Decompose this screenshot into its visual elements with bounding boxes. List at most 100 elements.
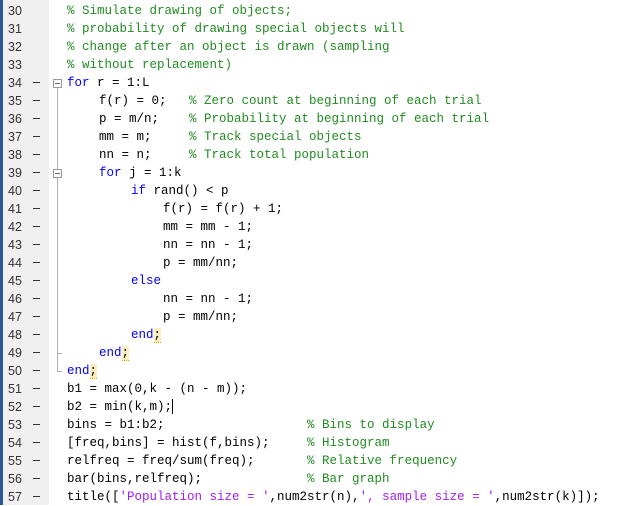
text-cursor	[172, 399, 174, 415]
executable-line-marker-icon[interactable]	[33, 406, 40, 407]
code-line[interactable]: 49 end;	[0, 344, 640, 362]
code-line[interactable]: 52 b2 = min(k,m);	[0, 398, 640, 416]
line-number: 38	[8, 148, 22, 162]
code-text: % without replacement)	[67, 56, 232, 74]
executable-line-marker-icon[interactable]	[33, 154, 40, 155]
code-line[interactable]: 38 nn = n; % Track total population	[0, 146, 640, 164]
code-editor[interactable]: 30 % Simulate drawing of objects; 31 % prob…	[0, 0, 640, 505]
executable-line-marker-icon[interactable]	[33, 100, 40, 101]
fold-collapse-icon[interactable]	[53, 79, 62, 88]
keyword-token: for	[67, 76, 90, 90]
code-text: % change after an object is drawn (sampl…	[67, 38, 390, 56]
line-number: 48	[8, 328, 22, 342]
executable-line-marker-icon[interactable]	[33, 388, 40, 389]
code-line[interactable]: 48 end;	[0, 326, 640, 344]
executable-line-marker-icon[interactable]	[33, 280, 40, 281]
code-line[interactable]: 37 mm = m; % Track special objects	[0, 128, 640, 146]
line-number: 50	[8, 364, 22, 378]
code-token: r = 1:L	[89, 76, 150, 90]
code-line[interactable]: 32 % change after an object is drawn (sam…	[0, 38, 640, 56]
line-number: 40	[8, 184, 22, 198]
executable-line-marker-icon[interactable]	[33, 136, 40, 137]
keyword-token: else	[131, 274, 162, 288]
code-line[interactable]: 46 nn = nn - 1;	[0, 290, 640, 308]
line-number: 53	[8, 418, 22, 432]
code-line[interactable]: 47 p = mm/nn;	[0, 308, 640, 326]
executable-line-marker-icon[interactable]	[33, 460, 40, 461]
executable-line-marker-icon[interactable]	[33, 496, 40, 497]
code-line[interactable]: 45 else	[0, 272, 640, 290]
code-line[interactable]: 41 f(r) = f(r) + 1;	[0, 200, 640, 218]
code-text: for r = 1:L	[67, 74, 150, 92]
code-text: bar(bins,relfreq); % Bar graph	[67, 470, 390, 488]
code-text: bins = b1:b2; % Bins to display	[67, 416, 435, 434]
comment-token: % Simulate drawing of objects;	[67, 4, 293, 18]
code-line[interactable]: 33 % without replacement)	[0, 56, 640, 74]
line-number: 54	[8, 436, 22, 450]
code-line[interactable]: 54 [freq,bins] = hist(f,bins); % Histogra…	[0, 434, 640, 452]
executable-line-marker-icon[interactable]	[33, 478, 40, 479]
code-text: nn = nn - 1;	[163, 290, 253, 308]
code-token: nn = nn - 1;	[163, 292, 254, 306]
fold-guide-line	[57, 88, 58, 371]
executable-line-marker-icon[interactable]	[33, 334, 40, 335]
code-token: ,num2str(n),	[269, 490, 360, 504]
comment-token: % change after an object is drawn (sampl…	[67, 40, 390, 54]
executable-line-marker-icon[interactable]	[33, 190, 40, 191]
executable-line-marker-icon[interactable]	[33, 352, 40, 353]
executable-line-marker-icon[interactable]	[33, 442, 40, 443]
executable-line-marker-icon[interactable]	[33, 244, 40, 245]
code-line[interactable]: 30 % Simulate drawing of objects;	[0, 2, 640, 20]
code-line[interactable]: 57 title(['Population size = ',num2str(n)…	[0, 488, 640, 506]
code-token: b2 = min(k,m);	[67, 400, 173, 414]
executable-line-marker-icon[interactable]	[33, 208, 40, 209]
line-number: 47	[8, 310, 22, 324]
code-text: nn = nn - 1;	[163, 236, 253, 254]
line-number: 55	[8, 454, 22, 468]
code-token: p = mm/nn;	[163, 310, 239, 324]
executable-line-marker-icon[interactable]	[33, 226, 40, 227]
code-token: [freq,bins] = hist(f,bins);	[67, 436, 308, 450]
code-text: end;	[99, 344, 130, 362]
code-token: b1 = max(0,k - (n - m));	[67, 382, 248, 396]
executable-line-marker-icon[interactable]	[33, 118, 40, 119]
executable-line-marker-icon[interactable]	[33, 262, 40, 263]
line-number: 52	[8, 400, 22, 414]
code-line[interactable]: 31 % probability of drawing special objec…	[0, 20, 640, 38]
code-line[interactable]: 43 nn = nn - 1;	[0, 236, 640, 254]
code-line[interactable]: 53 bins = b1:b2; % Bins to display	[0, 416, 640, 434]
code-text: end;	[131, 326, 162, 344]
line-number: 46	[8, 292, 22, 306]
line-number: 45	[8, 274, 22, 288]
executable-line-marker-icon[interactable]	[33, 172, 40, 173]
code-token: f(r) = 0;	[99, 94, 190, 108]
executable-line-marker-icon[interactable]	[33, 370, 40, 371]
code-token: mm = m;	[99, 130, 190, 144]
code-line[interactable]: 56 bar(bins,relfreq); % Bar graph	[0, 470, 640, 488]
code-line[interactable]: 34 for r = 1:L	[0, 74, 640, 92]
executable-line-marker-icon[interactable]	[33, 424, 40, 425]
executable-line-marker-icon[interactable]	[33, 298, 40, 299]
code-line[interactable]: 44 p = mm/nn;	[0, 254, 640, 272]
code-line[interactable]: 35 f(r) = 0; % Zero count at beginning of…	[0, 92, 640, 110]
executable-line-marker-icon[interactable]	[33, 316, 40, 317]
code-line[interactable]: 42 mm = mm - 1;	[0, 218, 640, 236]
line-number: 49	[8, 346, 22, 360]
fold-collapse-icon[interactable]	[53, 169, 62, 178]
code-text: % Simulate drawing of objects;	[67, 2, 292, 20]
code-text: % probability of drawing special objects…	[67, 20, 405, 38]
code-line[interactable]: 36 p = m/n; % Probability at beginning of…	[0, 110, 640, 128]
code-line[interactable]: 55 relfreq = freq/sum(freq); % Relative f…	[0, 452, 640, 470]
code-line[interactable]: 51 b1 = max(0,k - (n - m));	[0, 380, 640, 398]
code-line[interactable]: 39 for j = 1:k	[0, 164, 640, 182]
line-number: 39	[8, 166, 22, 180]
code-line[interactable]: 50 end;	[0, 362, 640, 380]
executable-line-marker-icon[interactable]	[33, 82, 40, 83]
code-token: p = m/n;	[99, 112, 190, 126]
code-text: end;	[67, 362, 98, 380]
line-number: 37	[8, 130, 22, 144]
code-text: b1 = max(0,k - (n - m));	[67, 380, 247, 398]
code-token: nn = nn - 1;	[163, 238, 254, 252]
line-number: 33	[8, 58, 22, 72]
code-line[interactable]: 40 if rand() < p	[0, 182, 640, 200]
